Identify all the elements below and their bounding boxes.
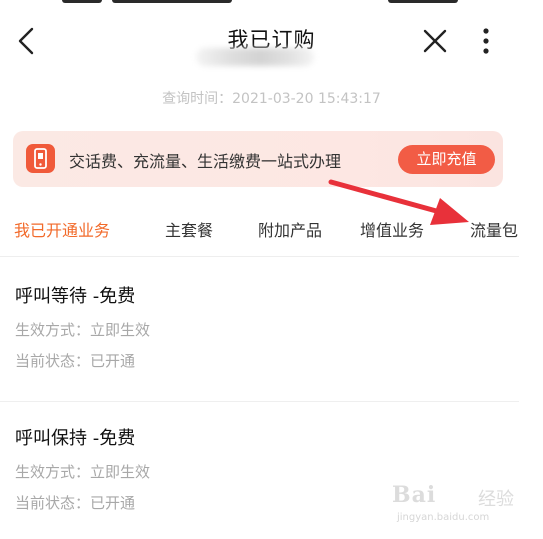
- status-bar: [0, 0, 543, 8]
- service-status: 当前状态：已开通: [15, 352, 136, 370]
- close-icon: [423, 29, 447, 53]
- watermark-brand: 经验: [478, 489, 514, 510]
- close-button[interactable]: [422, 28, 448, 54]
- phone-icon: [26, 144, 55, 173]
- banner-text: 交话费、充流量、生活缴费一站式办理: [69, 152, 342, 171]
- tab-value-added-services[interactable]: 增值业务: [360, 217, 424, 241]
- service-name: 呼叫等待 -免费: [15, 286, 136, 307]
- service-status: 当前状态：已开通: [15, 494, 136, 512]
- watermark-url: jingyan.baidu.com: [397, 512, 490, 523]
- watermark-logo: Bai: [392, 482, 437, 508]
- recharge-now-button[interactable]: 立即充值: [398, 145, 495, 174]
- query-time: 查询时间：2021-03-20 15:43:17: [162, 91, 381, 107]
- watermark: Bai 经验 jingyan.baidu.com: [392, 478, 522, 530]
- service-tabs: 我已开通业务 主套餐 附加产品 增值业务 流量包: [0, 202, 543, 252]
- more-vertical-icon: [483, 28, 489, 54]
- service-name: 呼叫保持 -免费: [15, 428, 136, 449]
- more-button[interactable]: [478, 26, 494, 58]
- list-divider: [0, 401, 519, 402]
- blurred-phone-number: [196, 48, 314, 66]
- annotation-arrow: [328, 179, 469, 225]
- recharge-banner[interactable]: 交话费、充流量、生活缴费一站式办理 立即充值: [13, 131, 503, 187]
- tab-data-packs[interactable]: 流量包: [470, 217, 518, 241]
- tabs-divider: [0, 256, 519, 257]
- tab-add-on-products[interactable]: 附加产品: [258, 217, 322, 241]
- service-effect: 生效方式：立即生效: [15, 463, 151, 481]
- service-effect: 生效方式：立即生效: [15, 321, 151, 339]
- tab-activated-services[interactable]: 我已开通业务: [14, 217, 110, 241]
- tab-main-plan[interactable]: 主套餐: [165, 217, 213, 241]
